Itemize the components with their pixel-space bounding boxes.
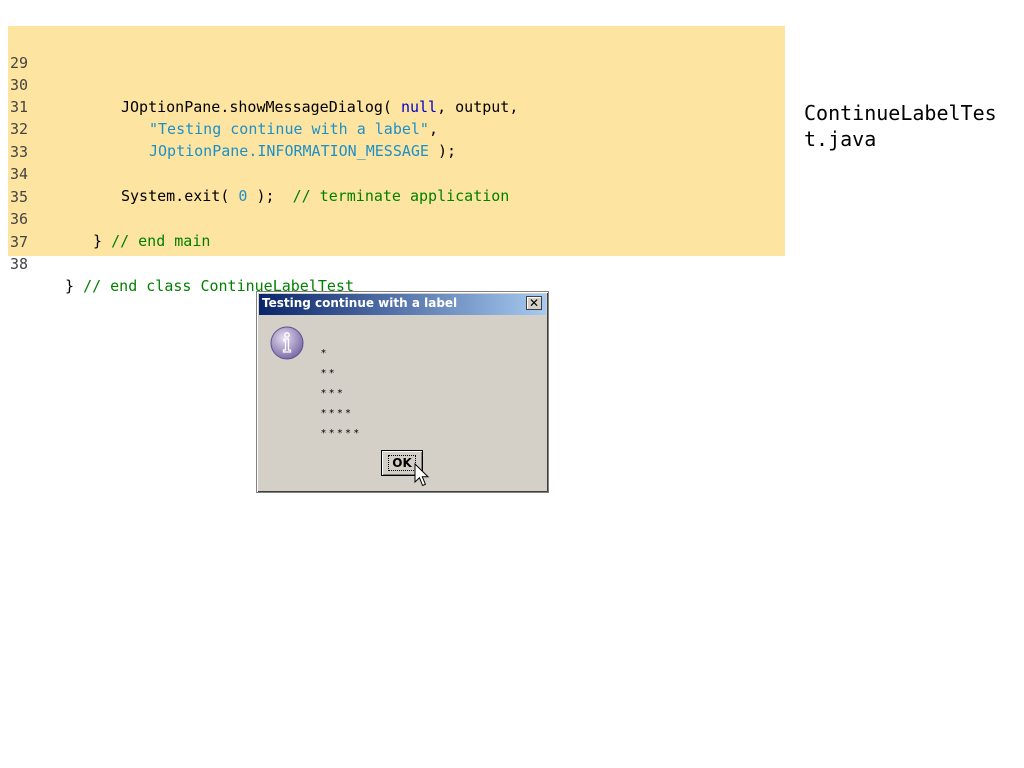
code-listing: 29 30 JOptionPane.showMessageDialog( nul… xyxy=(8,26,785,295)
source-filename: ContinueLabelTest.java xyxy=(804,101,997,151)
code-text: "Testing continue with a label", xyxy=(149,118,438,140)
output-line: * * xyxy=(321,368,335,379)
code-token: ); xyxy=(247,187,293,205)
output-line: * * * * xyxy=(321,408,351,419)
comment-token: // terminate application xyxy=(292,187,510,205)
information-icon xyxy=(270,326,304,360)
mouse-pointer-icon xyxy=(414,463,430,487)
code-line-32: 32 JOptionPane.INFORMATION_MESSAGE ); xyxy=(8,96,456,160)
code-line-34: 34 System.exit( 0 ); // terminate applic… xyxy=(8,141,509,205)
code-line-31: 31 "Testing continue with a label", xyxy=(8,74,438,138)
code-token: ); xyxy=(428,142,457,160)
code-line-38: 38 } // end class ContinueLabelTest xyxy=(8,231,354,295)
code-line-36: 36 } // end main xyxy=(8,186,210,250)
code-text: JOptionPane.showMessageDialog( null, out… xyxy=(121,96,518,118)
code-line-30: 30 JOptionPane.showMessageDialog( null, … xyxy=(8,52,518,116)
dialog-message: * * * * * * * * * * * * * * * xyxy=(321,344,359,444)
output-line: * * * xyxy=(321,388,343,399)
comment-token: // end main xyxy=(111,232,211,250)
code-text: JOptionPane.INFORMATION_MESSAGE ); xyxy=(149,140,456,162)
code-text: } // end main xyxy=(93,230,210,252)
dialog-title: Testing continue with a label xyxy=(262,296,458,310)
keyword-token: null xyxy=(400,98,438,116)
constant-token: JOptionPane.INFORMATION_MESSAGE xyxy=(149,142,429,160)
code-line-33: 33 xyxy=(8,119,44,161)
ok-button-label: OK xyxy=(388,455,416,471)
line-number: 38 xyxy=(10,255,29,273)
code-token: } xyxy=(65,277,84,295)
close-button[interactable]: ✕ xyxy=(526,296,542,310)
code-token: , output, xyxy=(437,98,519,116)
message-dialog: Testing continue with a label ✕ * * * * … xyxy=(256,291,549,493)
code-token: } xyxy=(93,232,112,250)
code-line-37: 37 xyxy=(8,209,44,251)
code-token: , xyxy=(428,120,438,138)
code-line-35: 35 xyxy=(8,164,44,206)
dialog-titlebar[interactable]: Testing continue with a label ✕ xyxy=(259,294,546,315)
output-line: * xyxy=(321,348,326,359)
close-icon: ✕ xyxy=(528,296,540,310)
code-token: JOptionPane.showMessageDialog( xyxy=(121,98,401,116)
output-line: * * * * * xyxy=(321,428,359,439)
code-token: System.exit( xyxy=(121,187,239,205)
code-text: System.exit( 0 ); // terminate applicati… xyxy=(121,185,509,207)
code-line-29: 29 xyxy=(8,30,44,72)
string-token: "Testing continue with a label" xyxy=(149,120,429,138)
